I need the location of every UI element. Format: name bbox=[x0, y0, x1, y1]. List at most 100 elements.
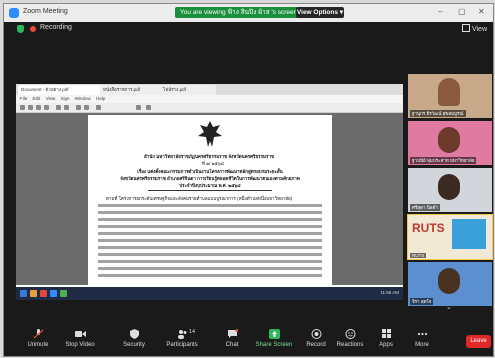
participant-video bbox=[452, 219, 486, 249]
security-label: Security bbox=[123, 342, 145, 348]
document-page: สำนัก มหาวิทยาลัยราชภัฏนครศรีธรรมราช จัง… bbox=[88, 115, 332, 285]
participant-avatar bbox=[438, 174, 460, 200]
home-icon[interactable] bbox=[20, 105, 25, 110]
encryption-shield-icon[interactable] bbox=[17, 25, 24, 33]
viewer-tab[interactable]: หนังสือราชการ.pdf bbox=[100, 85, 162, 95]
leave-button[interactable]: Leave bbox=[466, 335, 491, 348]
doc-number: ที่ ๒/ ๒๕๖๔ bbox=[201, 161, 225, 166]
zoom-app-icon[interactable] bbox=[50, 290, 57, 297]
chat-label: Chat bbox=[225, 342, 239, 348]
doc-text-line bbox=[98, 267, 322, 270]
more-button[interactable]: More bbox=[400, 329, 444, 348]
menu-window[interactable]: Window bbox=[75, 96, 91, 101]
page-down-icon[interactable] bbox=[64, 105, 69, 110]
zoom-out-icon[interactable] bbox=[76, 105, 81, 110]
zoom-window: Zoom Meeting You are viewing ฟ้าง สินปิง… bbox=[3, 3, 494, 357]
doc-text-line bbox=[98, 218, 322, 221]
menu-help[interactable]: Help bbox=[96, 96, 105, 101]
pdf-app-icon[interactable] bbox=[40, 290, 47, 297]
doc-text-line bbox=[98, 232, 322, 235]
chat-button[interactable]: Chat bbox=[210, 329, 254, 348]
share-screen-button[interactable]: Share Screen bbox=[252, 329, 296, 348]
smiley-icon bbox=[345, 329, 355, 339]
document-area[interactable]: สำนัก มหาวิทยาลัยราชภัฏนครศรีธรรมราช จัง… bbox=[16, 113, 403, 285]
unmute-button[interactable]: Unmute bbox=[16, 329, 60, 348]
page-up-icon[interactable] bbox=[56, 105, 61, 110]
stop-video-label: Stop Video bbox=[65, 342, 95, 348]
participants-count: 14 bbox=[189, 329, 196, 335]
view-options-button[interactable]: View Options ▾ bbox=[296, 7, 344, 18]
participants-label: Participants bbox=[166, 342, 198, 348]
viewer-tab[interactable]: Document - ตัวอย่าง.pdf bbox=[18, 85, 102, 95]
menu-file[interactable]: File bbox=[20, 96, 27, 101]
start-icon[interactable] bbox=[20, 290, 27, 297]
chat-bubble-icon bbox=[227, 329, 238, 338]
participant-tile[interactable]: ฐาปนีย์ พุ่มประสาท มหาวิทยาลัย bbox=[408, 121, 492, 165]
doc-subject-line-2: จังหวัดนครศรีธรรมราช อำเภอศรีจินดา การเร… bbox=[120, 176, 300, 181]
print-icon[interactable] bbox=[36, 105, 41, 110]
rotate-icon[interactable] bbox=[96, 105, 101, 110]
close-button[interactable]: ✕ bbox=[478, 7, 485, 16]
browser-icon[interactable] bbox=[60, 290, 67, 297]
search-icon[interactable] bbox=[44, 105, 49, 110]
participants-button[interactable]: 14 Participants bbox=[160, 329, 204, 348]
participant-name: RUTS bbox=[410, 253, 427, 258]
shared-taskbar: 11:56 AM bbox=[16, 287, 403, 300]
doc-text-line bbox=[98, 211, 322, 214]
more-dots-icon bbox=[417, 332, 427, 336]
scroll-down-icon[interactable]: ⌄ bbox=[446, 303, 452, 311]
doc-text-line bbox=[98, 204, 322, 207]
doc-text-line bbox=[98, 225, 322, 228]
save-icon[interactable] bbox=[28, 105, 33, 110]
taskbar-clock: 11:56 AM bbox=[380, 290, 399, 295]
menu-edit[interactable]: Edit bbox=[33, 96, 41, 101]
participant-tile[interactable]: จิรา สุดใจ bbox=[408, 262, 492, 306]
share-screen-label: Share Screen bbox=[255, 342, 293, 348]
record-icon bbox=[311, 329, 321, 339]
view-button[interactable]: View bbox=[461, 24, 487, 33]
participant-name: ฐานุกร ธีรวัฒน์ สุขสมบูรณ์ bbox=[410, 110, 466, 117]
doc-text-line bbox=[98, 246, 322, 249]
folder-icon[interactable] bbox=[30, 290, 37, 297]
participant-tile[interactable]: RUTS RUTS bbox=[407, 214, 493, 260]
video-camera-icon bbox=[74, 331, 86, 337]
unmute-label: Unmute bbox=[27, 342, 49, 348]
shared-screen: Document - ตัวอย่าง.pdf หนังสือราชการ.pd… bbox=[16, 84, 403, 300]
doc-text-line bbox=[98, 239, 322, 242]
title-bar: Zoom Meeting You are viewing ฟ้าง สินปิง… bbox=[4, 4, 493, 22]
comment-icon[interactable] bbox=[136, 105, 141, 110]
ruts-logo: RUTS bbox=[412, 221, 445, 235]
recording-label[interactable]: Recording bbox=[40, 24, 72, 31]
share-banner: You are viewing ฟ้าง สินปิง ผ้าส 's scre… bbox=[175, 7, 303, 18]
participant-name: ฐาปนีย์ พุ่มประสาท มหาวิทยาลัย bbox=[410, 157, 477, 164]
grid-icon bbox=[461, 24, 470, 32]
window-title: Zoom Meeting bbox=[23, 8, 68, 15]
doc-text-line bbox=[98, 253, 322, 256]
view-label: View bbox=[471, 26, 487, 33]
participant-tile[interactable]: ฐานุกร ธีรวัฒน์ สุขสมบูรณ์ bbox=[408, 74, 492, 118]
zoom-logo-icon bbox=[9, 8, 19, 18]
menu-sign[interactable]: Sign bbox=[61, 96, 70, 101]
share-screen-icon bbox=[268, 329, 280, 339]
participant-name: จิรา สุดใจ bbox=[410, 298, 434, 305]
pdf-viewer-tabs: Document - ตัวอย่าง.pdf หนังสือราชการ.pd… bbox=[16, 84, 403, 95]
doc-header: สำนัก มหาวิทยาลัยราชภัฏนครศรีธรรมราช จัง… bbox=[144, 154, 274, 159]
security-button[interactable]: Security bbox=[112, 329, 156, 348]
pen-icon[interactable] bbox=[146, 105, 151, 110]
participant-avatar bbox=[438, 127, 460, 153]
participant-avatar bbox=[438, 268, 460, 294]
participant-tile[interactable]: ศรีสุดา นิลดำ bbox=[408, 168, 492, 212]
participant-avatar bbox=[438, 78, 460, 106]
doc-subject-line-3: ประจำปีงบประมาณ พ.ศ. ๒๕๖๔ bbox=[179, 183, 241, 188]
viewer-tab[interactable]: ไฟล์ร่าง.pdf bbox=[160, 85, 216, 95]
recording-dot-icon bbox=[30, 26, 36, 32]
viewer-toolbar bbox=[16, 103, 403, 113]
minimize-button[interactable]: – bbox=[438, 7, 442, 16]
stop-video-button[interactable]: Stop Video bbox=[58, 329, 102, 348]
maximize-button[interactable]: ▢ bbox=[458, 7, 466, 16]
mic-muted-icon bbox=[33, 329, 43, 339]
apps-icon bbox=[381, 329, 391, 338]
view-options-label: View Options bbox=[296, 9, 338, 16]
zoom-in-icon[interactable] bbox=[84, 105, 89, 110]
menu-view[interactable]: View bbox=[46, 96, 56, 101]
